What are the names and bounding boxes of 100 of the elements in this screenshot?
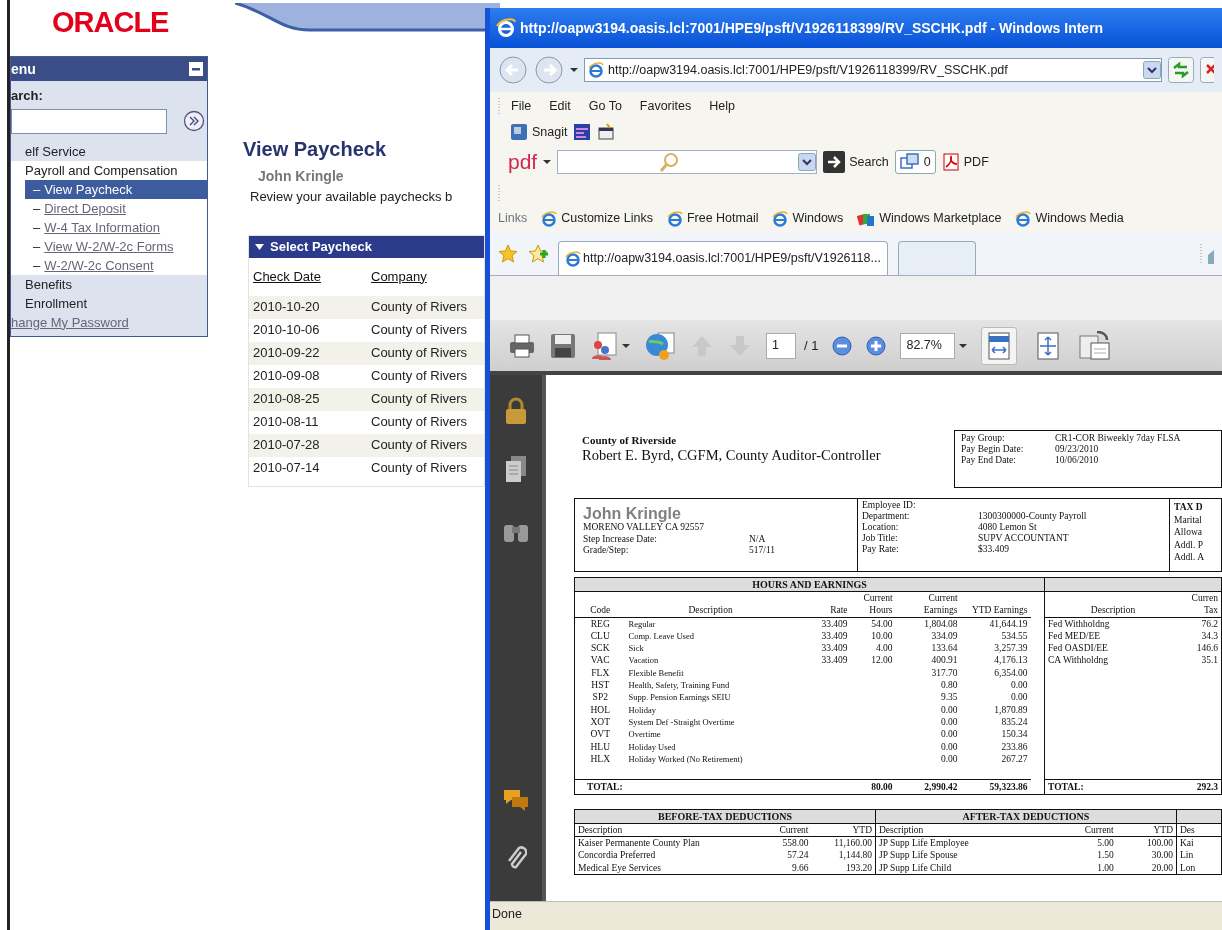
table-cell: 100.00 [1116, 836, 1176, 850]
share-button[interactable] [590, 331, 630, 360]
snagit-button[interactable]: Snagit [510, 122, 568, 142]
dropdown-button[interactable] [1143, 61, 1161, 79]
menu-folder[interactable]: elf Service [11, 141, 207, 161]
add-star-icon[interactable] [528, 243, 548, 264]
pdf-logo[interactable]: pdf [508, 146, 538, 178]
table-cell-text: 0.00 [1009, 691, 1029, 704]
count-button[interactable]: 0 [894, 150, 936, 174]
field-label: Job Title: [862, 533, 899, 544]
address-field[interactable]: http://oapw3194.oasis.lcl:7001/HPE9/psft/V1926118399/RV_SSCHK.pdf [584, 58, 1162, 82]
comments-icon[interactable] [502, 788, 530, 812]
globe-icon[interactable] [644, 330, 676, 361]
oracle-logo: ORACLE [52, 8, 169, 37]
link-label: Free Hotmail [686, 210, 759, 228]
menu-item[interactable]: – View Paycheck [25, 179, 207, 199]
search-field[interactable] [11, 108, 167, 134]
page-icon [666, 210, 683, 227]
star-icon[interactable] [498, 243, 518, 264]
table-cell-text: 10.00 [870, 629, 894, 643]
menu-item[interactable]: – W-2/W-2c Consent [25, 255, 207, 275]
table-cell-text: 9.66 [790, 861, 810, 874]
table-cell: 54.00 [850, 617, 896, 630]
collapse-icon[interactable] [255, 243, 264, 250]
button-label: Snagit [532, 123, 568, 141]
lock-icon[interactable] [504, 397, 528, 425]
field-value: CR1-COR Biweekly 7day FLSA [1055, 433, 1182, 444]
field-value: N/A [749, 533, 767, 545]
official-name: Robert E. Byrd, CGFM, County Auditor-Controller [582, 446, 882, 463]
table-cell-text: 0.00 [939, 715, 959, 729]
section-title: HOURS AND EARNINGS [575, 578, 1044, 592]
favorite-link[interactable]: Windows [772, 209, 844, 228]
links-label: Links [498, 210, 528, 228]
printer-icon[interactable] [508, 332, 536, 359]
collapse-icon[interactable] [189, 62, 203, 76]
menu-folder[interactable]: Benefits [11, 274, 207, 294]
menu-item[interactable]: – Direct Deposit [25, 198, 207, 218]
favorite-link[interactable]: Windows Marketplace [857, 209, 1002, 228]
field-label: Step Increase Date: [583, 533, 658, 545]
menu-item[interactable]: Edit [541, 96, 579, 116]
dropdown-icon[interactable] [543, 159, 552, 165]
table-cell-text: 233.86 [1000, 740, 1029, 753]
zoom-out-icon[interactable] [832, 335, 853, 356]
forward-button[interactable] [534, 55, 564, 85]
browser-tab[interactable]: http://oapw3194.oasis.lcl:7001/HPE9/psft/V1926118... [558, 241, 888, 275]
window-capture-icon[interactable] [573, 123, 592, 141]
date-link[interactable]: 2010-09-22 [253, 345, 320, 361]
pdf-button[interactable]: PDF [941, 152, 989, 172]
search-field[interactable] [557, 150, 818, 174]
menu-folder[interactable]: Payroll and Compensation [25, 160, 207, 180]
menu-item[interactable]: Help [701, 96, 743, 116]
date-link[interactable]: 2010-10-20 [253, 299, 320, 315]
menu-link[interactable]: hange My Password [11, 312, 207, 332]
table-cell: 80.00 [850, 779, 896, 794]
stop-button[interactable] [1200, 57, 1214, 83]
go-icon[interactable] [183, 110, 205, 132]
menu-item[interactable]: File [503, 96, 540, 116]
export-icon[interactable] [1079, 330, 1112, 361]
table-cell-text: 33.409 [820, 629, 849, 643]
dropdown-button[interactable] [798, 153, 817, 171]
menu-item[interactable]: – View W-2/W-2c Forms [25, 236, 207, 256]
table-cell-text: JP Supp Life Spouse [878, 849, 959, 862]
date-link[interactable]: 2010-08-25 [253, 391, 320, 407]
company-name: County of Rivers [371, 459, 468, 478]
dropdown-icon[interactable] [959, 342, 968, 349]
field-label: Employee ID: [862, 500, 917, 511]
zoom-field[interactable]: 82.7% [900, 332, 956, 359]
column-header[interactable]: Company [371, 268, 427, 284]
fit-width-icon[interactable] [981, 326, 1018, 365]
field-label: Addl. P [1174, 538, 1205, 551]
favorite-link[interactable]: Free Hotmail [666, 209, 759, 228]
back-button[interactable] [498, 55, 528, 85]
tab-label: http://oapw3194.oasis.lcl:7001/HPE9/psft/V1926118... [583, 250, 881, 268]
page-number-field[interactable]: 1 [766, 332, 796, 359]
table-cell-text: 12.00 [870, 654, 894, 667]
date-link[interactable]: 2010-08-11 [253, 414, 319, 430]
menu-item[interactable]: – W-4 Tax Information [25, 217, 207, 237]
favorite-link[interactable]: Customize Links [541, 209, 653, 228]
table-cell-text: Medical Eye Services [577, 861, 662, 874]
date-link[interactable]: 2010-07-14 [253, 460, 320, 476]
menu-folder[interactable]: Enrollment [11, 293, 207, 313]
refresh-button[interactable] [1168, 57, 1194, 83]
menu-item[interactable]: Favorites [631, 96, 700, 116]
toolbar-grip[interactable] [498, 183, 501, 202]
pages-icon[interactable] [505, 455, 527, 483]
favorite-link[interactable]: Windows Media [1015, 209, 1124, 228]
toolbar-grip[interactable] [498, 97, 501, 115]
date-link[interactable]: 2010-07-28 [253, 437, 320, 453]
date-link[interactable]: 2010-10-06 [253, 322, 320, 338]
date-link[interactable]: 2010-09-08 [253, 368, 320, 384]
snagit-icon [510, 123, 528, 141]
zoom-in-icon[interactable] [866, 335, 887, 356]
column-header[interactable]: Check Date [253, 268, 321, 284]
column-header: YTD [1116, 823, 1176, 837]
intro-text: Review your available paychecks b [250, 188, 454, 206]
menu-item[interactable]: Go To [580, 96, 630, 116]
column-header: Description [625, 592, 796, 618]
capture-settings-icon[interactable] [597, 123, 616, 141]
search-button[interactable]: Search [823, 151, 889, 173]
dropdown-icon[interactable] [570, 67, 578, 73]
